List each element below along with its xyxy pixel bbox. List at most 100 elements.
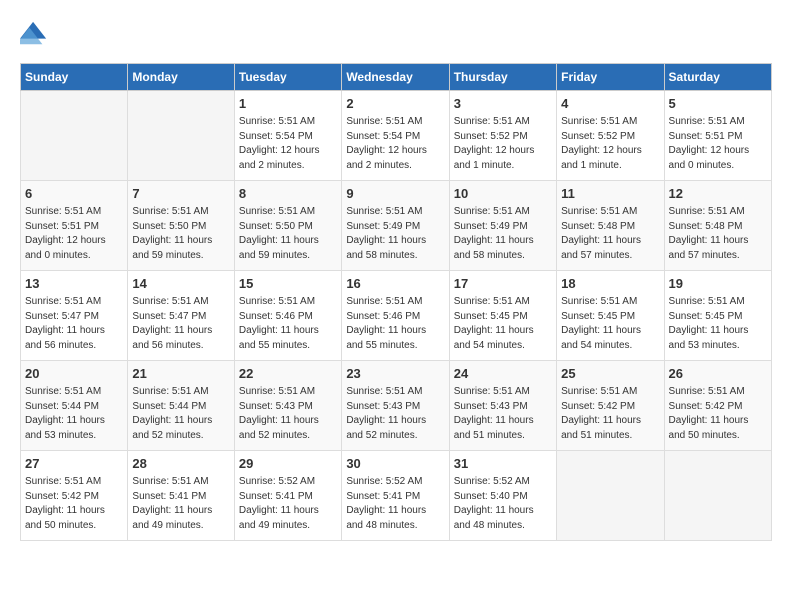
calendar-cell: [21, 91, 128, 181]
day-info: Sunrise: 5:51 AM Sunset: 5:43 PM Dayligh…: [239, 385, 337, 443]
day-info: Sunrise: 5:51 AM Sunset: 5:44 PM Dayligh…: [25, 385, 123, 443]
calendar-cell: 2 Sunrise: 5:51 AM Sunset: 5:54 PM Daylig…: [342, 91, 449, 181]
week-row-2: 6 Sunrise: 5:51 AM Sunset: 5:51 PM Daylig…: [21, 181, 772, 271]
calendar-cell: 31 Sunrise: 5:52 AM Sunset: 5:40 PM Dayli…: [449, 451, 556, 541]
day-info: Sunrise: 5:51 AM Sunset: 5:46 PM Dayligh…: [239, 295, 337, 353]
calendar-cell: 12 Sunrise: 5:51 AM Sunset: 5:48 PM Dayli…: [664, 181, 771, 271]
day-number: 16: [346, 275, 444, 293]
weekday-header-saturday: Saturday: [664, 64, 771, 91]
calendar-cell: 15 Sunrise: 5:51 AM Sunset: 5:46 PM Dayli…: [234, 271, 341, 361]
calendar-cell: 6 Sunrise: 5:51 AM Sunset: 5:51 PM Daylig…: [21, 181, 128, 271]
calendar-cell: 16 Sunrise: 5:51 AM Sunset: 5:46 PM Dayli…: [342, 271, 449, 361]
day-info: Sunrise: 5:51 AM Sunset: 5:41 PM Dayligh…: [132, 475, 230, 533]
day-info: Sunrise: 5:51 AM Sunset: 5:50 PM Dayligh…: [132, 205, 230, 263]
day-number: 21: [132, 365, 230, 383]
calendar-cell: 14 Sunrise: 5:51 AM Sunset: 5:47 PM Dayli…: [128, 271, 235, 361]
day-number: 25: [561, 365, 659, 383]
week-row-3: 13 Sunrise: 5:51 AM Sunset: 5:47 PM Dayli…: [21, 271, 772, 361]
day-info: Sunrise: 5:51 AM Sunset: 5:52 PM Dayligh…: [454, 115, 552, 173]
day-number: 9: [346, 185, 444, 203]
calendar-cell: 25 Sunrise: 5:51 AM Sunset: 5:42 PM Dayli…: [557, 361, 664, 451]
day-info: Sunrise: 5:51 AM Sunset: 5:46 PM Dayligh…: [346, 295, 444, 353]
calendar-cell: 3 Sunrise: 5:51 AM Sunset: 5:52 PM Daylig…: [449, 91, 556, 181]
day-number: 2: [346, 95, 444, 113]
day-number: 7: [132, 185, 230, 203]
day-number: 24: [454, 365, 552, 383]
day-number: 18: [561, 275, 659, 293]
calendar-cell: 1 Sunrise: 5:51 AM Sunset: 5:54 PM Daylig…: [234, 91, 341, 181]
calendar-cell: 27 Sunrise: 5:51 AM Sunset: 5:42 PM Dayli…: [21, 451, 128, 541]
day-number: 29: [239, 455, 337, 473]
page-header: [20, 20, 772, 48]
day-info: Sunrise: 5:51 AM Sunset: 5:51 PM Dayligh…: [669, 115, 767, 173]
calendar-cell: 21 Sunrise: 5:51 AM Sunset: 5:44 PM Dayli…: [128, 361, 235, 451]
day-number: 12: [669, 185, 767, 203]
day-info: Sunrise: 5:51 AM Sunset: 5:54 PM Dayligh…: [346, 115, 444, 173]
calendar-cell: 8 Sunrise: 5:51 AM Sunset: 5:50 PM Daylig…: [234, 181, 341, 271]
day-info: Sunrise: 5:51 AM Sunset: 5:49 PM Dayligh…: [346, 205, 444, 263]
calendar-cell: 20 Sunrise: 5:51 AM Sunset: 5:44 PM Dayli…: [21, 361, 128, 451]
week-row-5: 27 Sunrise: 5:51 AM Sunset: 5:42 PM Dayli…: [21, 451, 772, 541]
day-info: Sunrise: 5:51 AM Sunset: 5:54 PM Dayligh…: [239, 115, 337, 173]
calendar-cell: 29 Sunrise: 5:52 AM Sunset: 5:41 PM Dayli…: [234, 451, 341, 541]
day-info: Sunrise: 5:51 AM Sunset: 5:43 PM Dayligh…: [454, 385, 552, 443]
calendar-cell: 10Sunrise: 5:51 AM Sunset: 5:49 PM Dayli…: [449, 181, 556, 271]
day-info: Sunrise: 5:51 AM Sunset: 5:47 PM Dayligh…: [25, 295, 123, 353]
day-number: 30: [346, 455, 444, 473]
calendar-cell: 7 Sunrise: 5:51 AM Sunset: 5:50 PM Daylig…: [128, 181, 235, 271]
day-number: 23: [346, 365, 444, 383]
week-row-1: 1 Sunrise: 5:51 AM Sunset: 5:54 PM Daylig…: [21, 91, 772, 181]
day-number: 6: [25, 185, 123, 203]
calendar-cell: [557, 451, 664, 541]
day-info: Sunrise: 5:51 AM Sunset: 5:42 PM Dayligh…: [669, 385, 767, 443]
day-info: Sunrise: 5:51 AM Sunset: 5:47 PM Dayligh…: [132, 295, 230, 353]
day-info: Sunrise: 5:51 AM Sunset: 5:42 PM Dayligh…: [25, 475, 123, 533]
calendar-cell: 11Sunrise: 5:51 AM Sunset: 5:48 PM Dayli…: [557, 181, 664, 271]
day-info: Sunrise: 5:51 AM Sunset: 5:45 PM Dayligh…: [454, 295, 552, 353]
calendar-cell: 4 Sunrise: 5:51 AM Sunset: 5:52 PM Daylig…: [557, 91, 664, 181]
day-info: Sunrise: 5:51 AM Sunset: 5:45 PM Dayligh…: [669, 295, 767, 353]
day-number: 17: [454, 275, 552, 293]
weekday-header-thursday: Thursday: [449, 64, 556, 91]
calendar-table: SundayMondayTuesdayWednesdayThursdayFrid…: [20, 63, 772, 541]
day-info: Sunrise: 5:51 AM Sunset: 5:44 PM Dayligh…: [132, 385, 230, 443]
day-info: Sunrise: 5:52 AM Sunset: 5:41 PM Dayligh…: [346, 475, 444, 533]
calendar-cell: [128, 91, 235, 181]
day-number: 15: [239, 275, 337, 293]
day-info: Sunrise: 5:51 AM Sunset: 5:52 PM Dayligh…: [561, 115, 659, 173]
day-info: Sunrise: 5:51 AM Sunset: 5:45 PM Dayligh…: [561, 295, 659, 353]
calendar-cell: 13 Sunrise: 5:51 AM Sunset: 5:47 PM Dayli…: [21, 271, 128, 361]
weekday-header-monday: Monday: [128, 64, 235, 91]
day-info: Sunrise: 5:51 AM Sunset: 5:42 PM Dayligh…: [561, 385, 659, 443]
calendar-cell: 18 Sunrise: 5:51 AM Sunset: 5:45 PM Dayli…: [557, 271, 664, 361]
calendar-cell: 23 Sunrise: 5:51 AM Sunset: 5:43 PM Dayli…: [342, 361, 449, 451]
calendar-cell: 30 Sunrise: 5:52 AM Sunset: 5:41 PM Dayli…: [342, 451, 449, 541]
day-number: 4: [561, 95, 659, 113]
calendar-cell: 22Sunrise: 5:51 AM Sunset: 5:43 PM Dayli…: [234, 361, 341, 451]
day-number: 20: [25, 365, 123, 383]
day-info: Sunrise: 5:51 AM Sunset: 5:48 PM Dayligh…: [561, 205, 659, 263]
day-number: 28: [132, 455, 230, 473]
weekday-header-friday: Friday: [557, 64, 664, 91]
calendar-cell: 24 Sunrise: 5:51 AM Sunset: 5:43 PM Dayli…: [449, 361, 556, 451]
day-info: Sunrise: 5:51 AM Sunset: 5:48 PM Dayligh…: [669, 205, 767, 263]
day-info: Sunrise: 5:52 AM Sunset: 5:40 PM Dayligh…: [454, 475, 552, 533]
day-info: Sunrise: 5:51 AM Sunset: 5:50 PM Dayligh…: [239, 205, 337, 263]
day-number: 14: [132, 275, 230, 293]
day-number: 8: [239, 185, 337, 203]
day-info: Sunrise: 5:51 AM Sunset: 5:51 PM Dayligh…: [25, 205, 123, 263]
day-number: 19: [669, 275, 767, 293]
day-number: 31: [454, 455, 552, 473]
day-number: 13: [25, 275, 123, 293]
calendar-cell: 5Sunrise: 5:51 AM Sunset: 5:51 PM Daylig…: [664, 91, 771, 181]
day-info: Sunrise: 5:52 AM Sunset: 5:41 PM Dayligh…: [239, 475, 337, 533]
day-info: Sunrise: 5:51 AM Sunset: 5:43 PM Dayligh…: [346, 385, 444, 443]
calendar-cell: 28 Sunrise: 5:51 AM Sunset: 5:41 PM Dayli…: [128, 451, 235, 541]
weekday-header-tuesday: Tuesday: [234, 64, 341, 91]
calendar-cell: [664, 451, 771, 541]
logo-icon: [20, 20, 48, 48]
day-number: 3: [454, 95, 552, 113]
day-number: 1: [239, 95, 337, 113]
day-number: 27: [25, 455, 123, 473]
weekday-header-sunday: Sunday: [21, 64, 128, 91]
